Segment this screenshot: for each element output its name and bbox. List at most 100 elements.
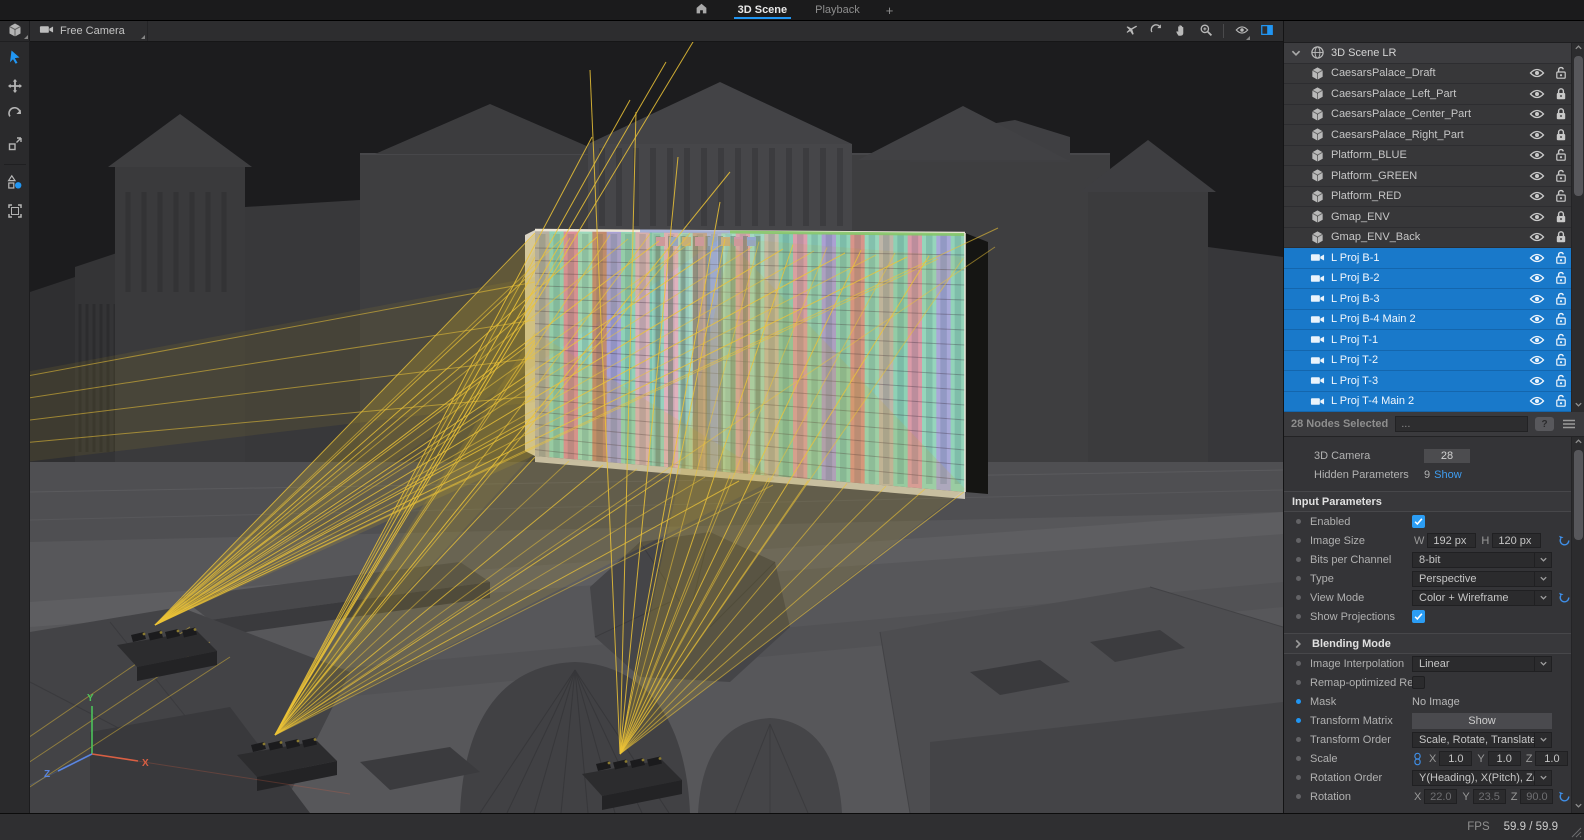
hierarchy-item-row[interactable]: L Proj T-3 [1284, 371, 1571, 392]
number-field[interactable]: 90.0 [1520, 789, 1553, 804]
hierarchy-item-row[interactable]: CaesarsPalace_Left_Part [1284, 84, 1571, 105]
tab-3d-scene[interactable]: 3D Scene [726, 0, 800, 20]
dropdown[interactable]: Scale, Rotate, Translate [1412, 732, 1552, 748]
panel-menu-icon[interactable] [1561, 416, 1577, 432]
height-field[interactable]: 120 px [1492, 533, 1541, 548]
visibility-toggle[interactable] [1529, 311, 1545, 327]
visibility-toggle[interactable] [1529, 127, 1545, 143]
hierarchy-item-row[interactable]: Platform_GREEN [1284, 166, 1571, 187]
lock-toggle[interactable] [1553, 209, 1569, 225]
node-create-menu-button[interactable] [0, 21, 30, 42]
hierarchy-item-row[interactable]: Platform_BLUE [1284, 146, 1571, 167]
lock-toggle[interactable] [1553, 106, 1569, 122]
scale-tool-button[interactable] [0, 135, 30, 156]
scene-3d-view[interactable]: YXZ [30, 42, 1283, 813]
rotate-tool-button[interactable] [0, 106, 30, 127]
collapse-chevron-icon[interactable] [1292, 638, 1304, 650]
number-field[interactable]: 1.0 [1439, 751, 1472, 766]
visibility-toggle[interactable] [1529, 188, 1545, 204]
dropdown[interactable]: Y(Heading), X(Pitch), Z(B [1412, 770, 1552, 786]
visibility-toggle[interactable] [1529, 291, 1545, 307]
visibility-toggle[interactable] [1529, 373, 1545, 389]
lock-toggle[interactable] [1553, 86, 1569, 102]
lock-toggle[interactable] [1553, 127, 1569, 143]
fly-mode-button[interactable] [1120, 21, 1141, 42]
hierarchy-item-row[interactable]: Platform_RED [1284, 187, 1571, 208]
parameter-filter-input[interactable] [1395, 416, 1528, 432]
lock-toggle[interactable] [1553, 352, 1569, 368]
lock-toggle[interactable] [1553, 147, 1569, 163]
hierarchy-item-row[interactable]: CaesarsPalace_Draft [1284, 64, 1571, 85]
hierarchy-item-row[interactable]: L Proj T-2 [1284, 351, 1571, 372]
visibility-toggle[interactable] [1529, 229, 1545, 245]
side-panel-toggle-button[interactable] [1256, 21, 1277, 42]
scene-canvas[interactable]: YXZ [30, 42, 1283, 813]
shape-filter-button[interactable] [0, 173, 30, 194]
help-button[interactable]: ? [1535, 417, 1554, 431]
lock-toggle[interactable] [1553, 291, 1569, 307]
show-hidden-link[interactable]: Show [1434, 469, 1462, 481]
scroll-up-arrow[interactable] [1572, 437, 1584, 449]
visibility-toggle[interactable] [1529, 209, 1545, 225]
visibility-toggle[interactable] [1529, 86, 1545, 102]
visibility-toggle[interactable] [1529, 168, 1545, 184]
hierarchy-scrollbar[interactable] [1571, 43, 1584, 412]
section-header[interactable]: Input Parameters [1284, 491, 1571, 512]
show-matrix-button[interactable]: Show [1412, 713, 1552, 729]
home-button[interactable] [681, 0, 722, 20]
add-tab-button[interactable]: + [876, 0, 904, 20]
number-field[interactable]: 1.0 [1535, 751, 1568, 766]
hierarchy-item-row[interactable]: L Proj T-1 [1284, 330, 1571, 351]
hierarchy-root-row[interactable]: 3D Scene LR [1284, 43, 1571, 64]
checkbox[interactable] [1412, 610, 1425, 623]
properties-scrollbar[interactable] [1571, 437, 1584, 813]
visibility-toggle[interactable] [1529, 250, 1545, 266]
reset-icon[interactable] [1558, 591, 1571, 604]
dropdown[interactable]: Color + Wireframe [1412, 590, 1552, 606]
link-values-icon[interactable] [1412, 752, 1423, 766]
dropdown[interactable]: Perspective [1412, 571, 1552, 587]
hierarchy-item-row[interactable]: Gmap_ENV [1284, 207, 1571, 228]
section-header[interactable]: Blending Mode [1284, 633, 1571, 654]
reset-icon[interactable] [1558, 790, 1571, 803]
lock-toggle[interactable] [1553, 311, 1569, 327]
lock-toggle[interactable] [1553, 332, 1569, 348]
checkbox[interactable] [1412, 676, 1425, 689]
zoom-mode-button[interactable] [1195, 21, 1216, 42]
visibility-toggle[interactable] [1529, 393, 1545, 409]
hierarchy-item-row[interactable]: CaesarsPalace_Right_Part [1284, 125, 1571, 146]
scroll-up-arrow[interactable] [1572, 43, 1584, 55]
scroll-down-arrow[interactable] [1572, 400, 1584, 412]
visibility-toggle[interactable] [1529, 270, 1545, 286]
lock-toggle[interactable] [1553, 393, 1569, 409]
dropdown[interactable]: 8-bit [1412, 552, 1552, 568]
scroll-down-arrow[interactable] [1572, 801, 1584, 813]
number-field[interactable]: 22.0 [1424, 789, 1457, 804]
lock-toggle[interactable] [1553, 188, 1569, 204]
resize-grip[interactable] [1570, 826, 1582, 838]
number-field[interactable]: 1.0 [1488, 751, 1521, 766]
hierarchy-item-row[interactable]: L Proj B-3 [1284, 289, 1571, 310]
expand-chevron-icon[interactable] [1290, 47, 1302, 59]
checkbox[interactable] [1412, 515, 1425, 528]
scroll-thumb[interactable] [1574, 450, 1583, 540]
hierarchy-item-row[interactable]: Gmap_ENV_Back [1284, 228, 1571, 249]
reset-icon[interactable] [1558, 534, 1571, 547]
lock-toggle[interactable] [1553, 65, 1569, 81]
visibility-toggle[interactable] [1529, 332, 1545, 348]
hierarchy-item-row[interactable]: L Proj B-1 [1284, 248, 1571, 269]
move-tool-button[interactable] [0, 77, 30, 98]
visibility-toggle[interactable] [1529, 106, 1545, 122]
hierarchy-item-row[interactable]: CaesarsPalace_Center_Part [1284, 105, 1571, 126]
number-field[interactable]: 23.5 [1473, 789, 1506, 804]
display-options-button[interactable] [1231, 21, 1252, 42]
hierarchy-item-row[interactable]: L Proj T-4 Main 2 [1284, 392, 1571, 413]
scroll-thumb[interactable] [1574, 56, 1583, 196]
orbit-mode-button[interactable] [1145, 21, 1166, 42]
pan-mode-button[interactable] [1170, 21, 1191, 42]
width-field[interactable]: 192 px [1427, 533, 1476, 548]
dropdown[interactable]: Linear [1412, 656, 1552, 672]
lock-toggle[interactable] [1553, 168, 1569, 184]
region-select-button[interactable] [0, 202, 30, 223]
lock-toggle[interactable] [1553, 250, 1569, 266]
